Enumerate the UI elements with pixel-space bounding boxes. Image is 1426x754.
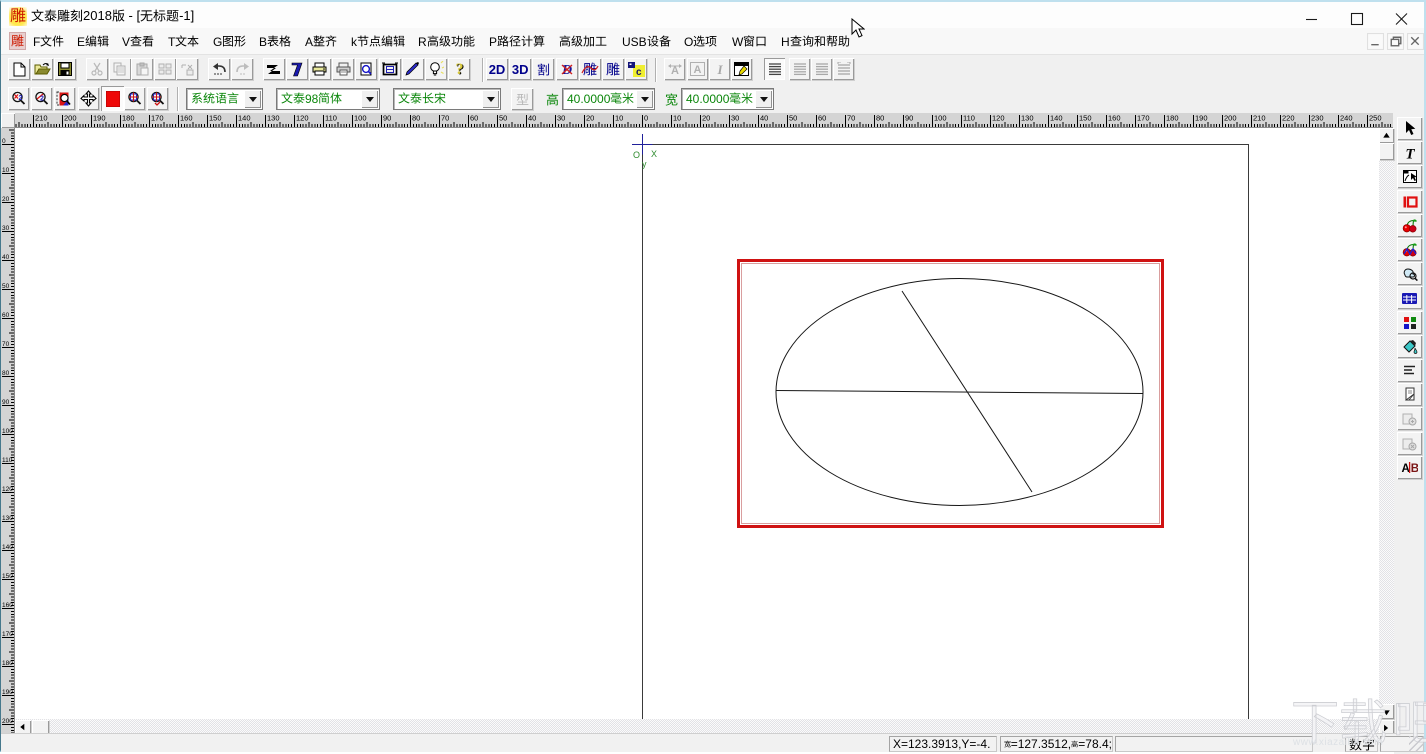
svg-text:200: 200 [64,114,77,123]
svg-text:90: 90 [2,399,10,406]
svg-text:50: 50 [2,283,10,290]
svg-text:60: 60 [818,114,826,123]
svg-text:190: 190 [1195,114,1208,123]
svg-text:y: y [642,159,647,169]
svg-text:A: A [694,64,702,76]
svg-text:0: 0 [644,114,648,123]
svg-text:190: 190 [93,114,106,123]
svg-text:10: 10 [615,114,623,123]
svg-text:40: 40 [760,114,768,123]
svg-text:130: 130 [267,114,280,123]
svg-text:100: 100 [934,114,947,123]
svg-text:30: 30 [557,114,565,123]
svg-text:220: 220 [1282,114,1295,123]
svg-text:20: 20 [586,114,594,123]
svg-text:O: O [633,150,640,160]
svg-text:130: 130 [1021,114,1034,123]
svg-text:I: I [716,62,723,76]
svg-text:250: 250 [1369,114,1382,123]
svg-text:180: 180 [122,114,135,123]
svg-text:A: A [1402,463,1410,474]
svg-text:50: 50 [789,114,797,123]
svg-text:120: 120 [2,486,13,493]
svg-text:240: 240 [1340,114,1353,123]
svg-text:160: 160 [180,114,193,123]
svg-text:200: 200 [1224,114,1237,123]
svg-text:10: 10 [673,114,681,123]
svg-text:110: 110 [325,114,337,123]
svg-text:20: 20 [702,114,710,123]
svg-text:180: 180 [2,660,13,667]
svg-text:2: 2 [40,96,44,103]
svg-text:40: 40 [528,114,536,123]
svg-text:70: 70 [441,114,449,123]
svg-text:110: 110 [963,114,975,123]
svg-text:140: 140 [1050,114,1063,123]
svg-text:60: 60 [2,312,10,319]
svg-text:210: 210 [35,114,48,123]
svg-text:170: 170 [2,631,13,638]
svg-text:110: 110 [2,457,13,464]
svg-text:230: 230 [1311,114,1324,123]
svg-text:B: B [1411,463,1418,474]
svg-text:60: 60 [470,114,478,123]
svg-text:90: 90 [905,114,913,123]
svg-text:90: 90 [383,114,391,123]
svg-text:160: 160 [2,602,13,609]
svg-text:160: 160 [1108,114,1121,123]
svg-text:140: 140 [238,114,251,123]
svg-text:120: 120 [296,114,309,123]
svg-text:80: 80 [412,114,420,123]
svg-text:T: T [1405,146,1415,160]
svg-text:100: 100 [354,114,367,123]
svg-text:2: 2 [19,95,23,102]
svg-text:190: 190 [2,689,13,696]
svg-text:150: 150 [2,573,13,580]
svg-text:70: 70 [847,114,855,123]
svg-text:X: X [651,149,657,159]
svg-text:120: 120 [992,114,1005,123]
svg-text:180: 180 [1166,114,1179,123]
svg-text:10: 10 [2,167,10,174]
svg-text:170: 170 [1137,114,1150,123]
svg-text:50: 50 [499,114,507,123]
svg-text:140: 140 [2,544,13,551]
svg-text:?: ? [455,61,463,77]
svg-text:200: 200 [2,718,13,725]
svg-text:0: 0 [2,138,6,145]
svg-text:150: 150 [209,114,222,123]
svg-text:150: 150 [1079,114,1092,123]
svg-text:80: 80 [2,370,10,377]
svg-text:30: 30 [731,114,739,123]
svg-text:130: 130 [2,515,13,522]
svg-text:100: 100 [2,428,13,435]
svg-text:20: 20 [2,196,10,203]
svg-text:30: 30 [2,225,10,232]
svg-text:A: A [671,65,679,76]
svg-text:210: 210 [1253,114,1266,123]
svg-text:c: c [636,67,642,77]
svg-text:170: 170 [151,114,164,123]
svg-text:80: 80 [876,114,884,123]
svg-text:70: 70 [2,341,10,348]
svg-text:40: 40 [2,254,10,261]
